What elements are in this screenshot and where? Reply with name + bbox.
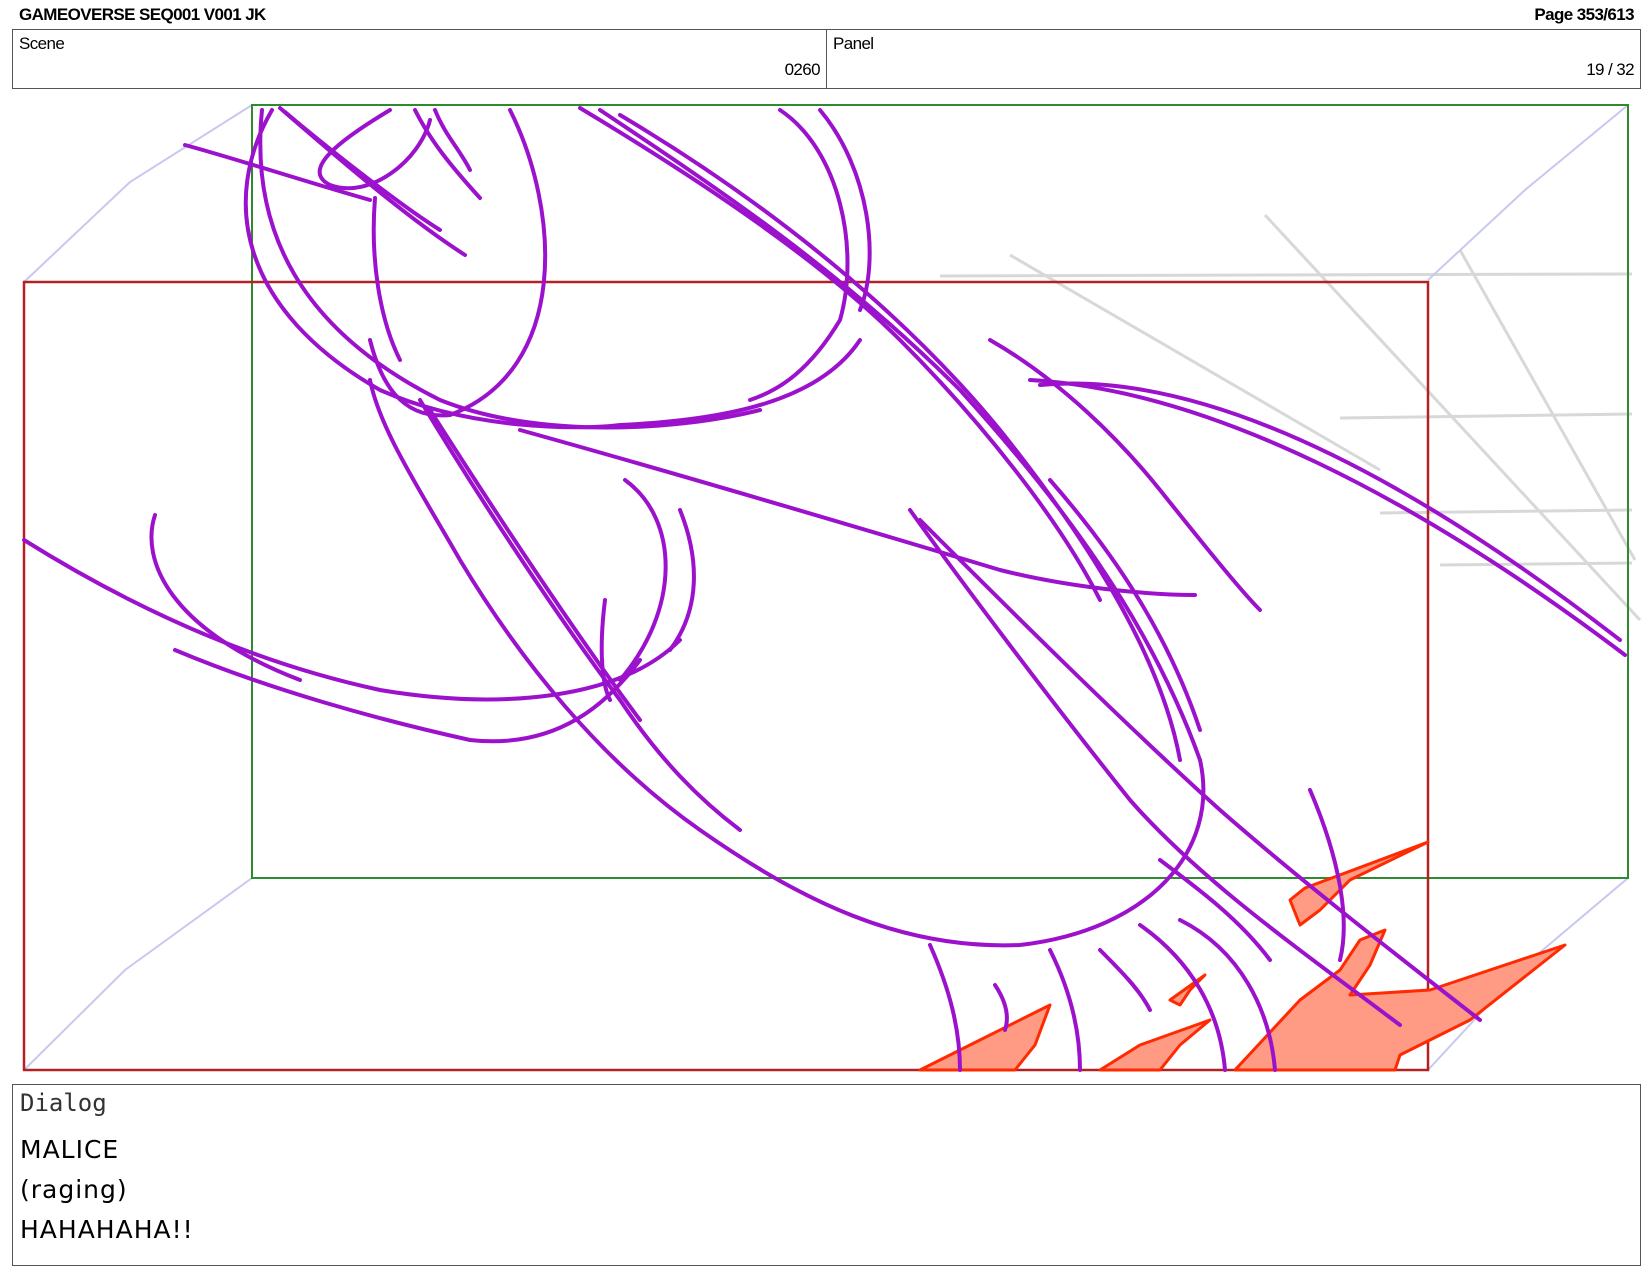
dialog-box: Dialog MALICE (raging) HAHAHAHA!! xyxy=(12,1084,1641,1266)
background-lines xyxy=(939,213,1642,622)
dialog-parenthetical: (raging) xyxy=(20,1175,128,1204)
character-sketch xyxy=(22,106,1627,1072)
panel-label: Panel xyxy=(833,34,874,53)
page-counter: Page 353/613 xyxy=(1534,5,1634,24)
camera-frame xyxy=(22,280,1430,1072)
panel-number: 19 / 32 xyxy=(1586,60,1634,79)
storyboard-drawing xyxy=(22,104,1642,1072)
safe-frame xyxy=(251,104,1629,879)
panel-cell: Panel 19 / 32 xyxy=(827,30,1640,88)
dialog-character-name: MALICE xyxy=(20,1135,120,1164)
scene-panel-info: Scene 0260 Panel 19 / 32 xyxy=(12,29,1641,89)
scene-cell: Scene 0260 xyxy=(13,30,827,88)
dialog-label: Dialog xyxy=(20,1089,107,1117)
fire-effect xyxy=(918,840,1567,1072)
camera-move-guides xyxy=(23,104,1629,1071)
dialog-line-text: HAHAHAHA!! xyxy=(20,1215,194,1244)
storyboard-panel xyxy=(0,95,1650,1080)
scene-number: 0260 xyxy=(784,60,821,79)
sequence-title: GAMEOVERSE SEQ001 V001 JK xyxy=(19,5,266,24)
scene-label: Scene xyxy=(19,34,65,53)
